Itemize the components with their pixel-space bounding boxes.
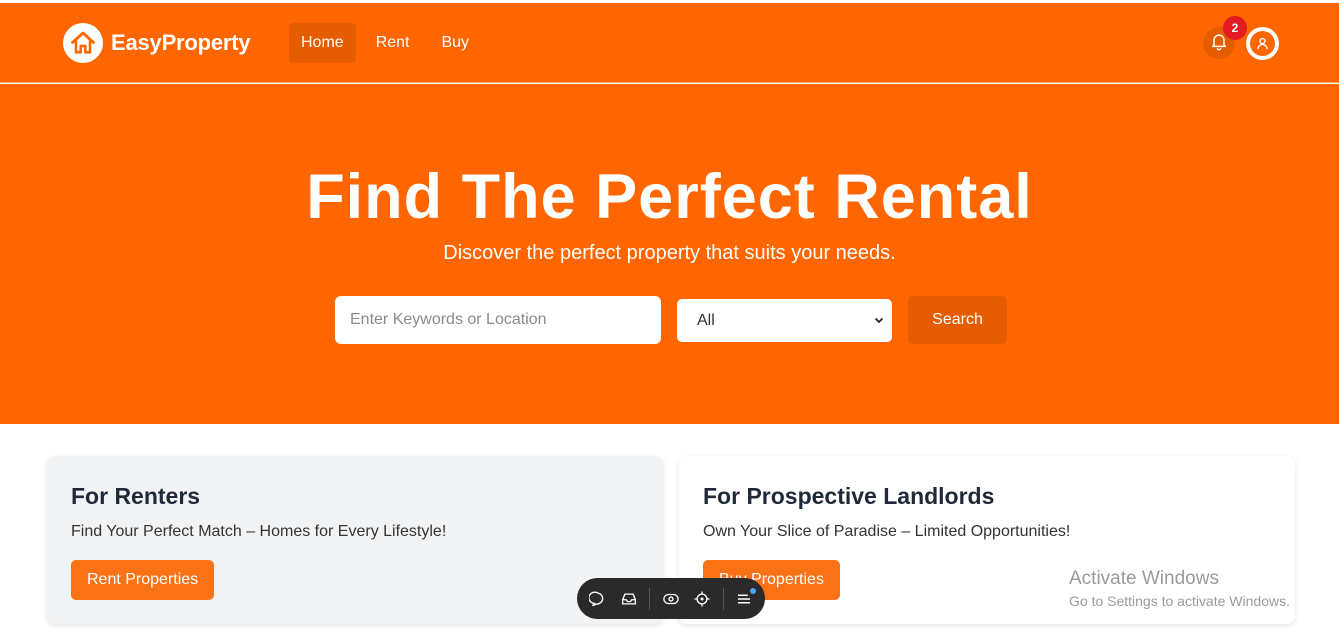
nav-links: Home Rent Buy: [289, 23, 489, 63]
nav-link-home[interactable]: Home: [289, 23, 356, 63]
nav-link-buy[interactable]: Buy: [429, 23, 481, 63]
comment-icon[interactable]: [587, 588, 608, 610]
nav-link-rent[interactable]: Rent: [364, 23, 422, 63]
card-title: For Prospective Landlords: [703, 483, 995, 509]
card-text: Find Your Perfect Match – Homes for Ever…: [71, 523, 447, 540]
hero-title: Find The Perfect Rental: [306, 162, 1033, 232]
profile-button[interactable]: [1246, 27, 1279, 60]
property-type-select[interactable]: All: [677, 299, 892, 342]
select-value: All: [697, 311, 715, 329]
brand[interactable]: EasyProperty: [63, 23, 251, 63]
user-icon: [1250, 31, 1275, 56]
brand-name: EasyProperty: [111, 30, 251, 55]
renters-card: For Renters Find Your Perfect Match – Ho…: [47, 456, 663, 624]
target-icon[interactable]: [692, 588, 713, 610]
navbar: EasyProperty Home Rent Buy 2: [0, 3, 1339, 83]
eye-icon[interactable]: [660, 588, 681, 610]
toolbar-divider: [649, 587, 651, 610]
notification-dot: [750, 587, 757, 594]
inbox-icon[interactable]: [618, 588, 639, 610]
rent-properties-button[interactable]: Rent Properties: [71, 560, 215, 600]
watermark-subtitle: Go to Settings to activate Windows.: [1069, 593, 1290, 609]
hero-section: Find The Perfect Rental Discover the per…: [0, 84, 1339, 424]
toolbar-divider: [722, 587, 724, 610]
card-title: For Renters: [71, 483, 201, 509]
watermark-title: Activate Windows: [1069, 568, 1219, 589]
search-button[interactable]: Search: [908, 296, 1007, 344]
menu-icon[interactable]: [734, 587, 757, 610]
hero-subtitle: Discover the perfect property that suits…: [443, 242, 896, 264]
house-icon: [63, 23, 103, 63]
floating-toolbar: [577, 578, 765, 619]
search-input[interactable]: [335, 296, 661, 344]
chevron-down-icon: [874, 312, 884, 330]
notification-count-badge: 2: [1223, 16, 1247, 40]
card-text: Own Your Slice of Paradise – Limited Opp…: [703, 523, 1071, 540]
